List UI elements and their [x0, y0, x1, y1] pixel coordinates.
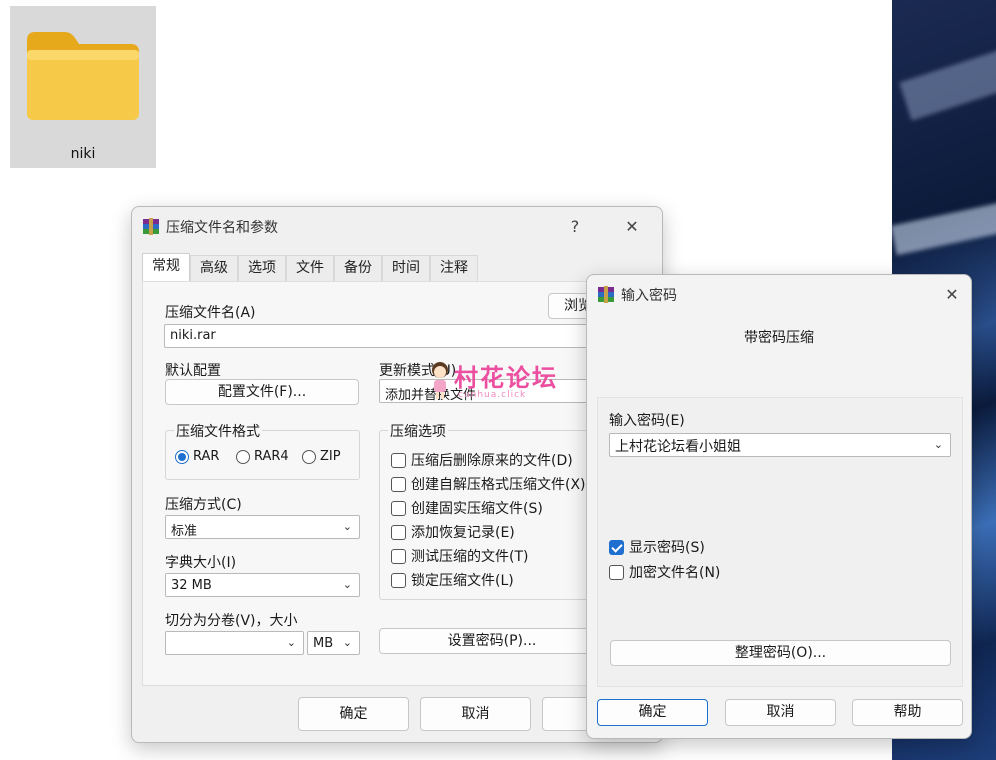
dict-size-select[interactable]: 32 MB ⌄: [165, 573, 360, 597]
split-volume-label: 切分为分卷(V)，大小: [165, 613, 298, 629]
archive-name-input[interactable]: niki.rar: [164, 324, 604, 348]
option-lock-archive[interactable]: 锁定压缩文件(L): [391, 570, 514, 590]
checkbox-indicator: [609, 564, 624, 580]
tab-files[interactable]: 文件: [286, 255, 334, 281]
watermark-text: 村花论坛: [454, 364, 558, 392]
checkbox-label: 创建自解压格式压缩文件(X): [411, 477, 586, 493]
radio-zip[interactable]: ZIP: [302, 449, 341, 464]
checkbox-label: 添加恢复记录(E): [411, 525, 515, 541]
option-test-files[interactable]: 测试压缩的文件(T): [391, 546, 528, 566]
tab-comment[interactable]: 注释: [430, 255, 478, 281]
profiles-button[interactable]: 配置文件(F)...: [165, 379, 359, 405]
method-select[interactable]: 标准 ⌄: [165, 515, 360, 539]
tab-advanced[interactable]: 高级: [190, 255, 238, 281]
checkbox-label: 加密文件名(N): [629, 565, 721, 581]
checkbox-indicator: [391, 452, 406, 468]
archive-name-label: 压缩文件名(A): [165, 305, 256, 321]
option-sfx[interactable]: 创建自解压格式压缩文件(X): [391, 474, 586, 494]
checkbox-indicator: [391, 548, 406, 564]
general-panel: 压缩文件名(A) 浏览 niki.rar 默认配置 配置文件(F)... 更新模…: [142, 281, 654, 686]
checkbox-label: 测试压缩的文件(T): [411, 549, 529, 565]
encrypt-filenames-checkbox[interactable]: 加密文件名(N): [609, 562, 720, 582]
archive-settings-dialog: 压缩文件名和参数 ? ✕ 常规 高级 选项 文件 备份 时间 注释 压缩文件名(…: [131, 206, 663, 743]
ok-button[interactable]: 确定: [298, 697, 409, 731]
checkbox-indicator: [391, 572, 406, 588]
method-label: 压缩方式(C): [165, 497, 242, 513]
watermark-subtext: cunhua.click: [458, 390, 527, 400]
chevron-down-icon: ⌄: [342, 578, 352, 591]
checkbox-indicator: [609, 539, 624, 555]
checkbox-indicator: [391, 524, 406, 540]
help-icon[interactable]: ?: [560, 213, 590, 239]
desktop-folder[interactable]: niki: [10, 6, 156, 168]
checkbox-label: 压缩后删除原来的文件(D): [411, 453, 573, 469]
set-password-button[interactable]: 设置密码(P)...: [379, 628, 605, 654]
close-icon[interactable]: ✕: [937, 281, 967, 307]
option-delete-after[interactable]: 压缩后删除原来的文件(D): [391, 450, 573, 470]
cancel-button[interactable]: 取消: [725, 699, 836, 726]
password-heading: 带密码压缩: [744, 330, 814, 346]
show-password-checkbox[interactable]: 显示密码(S): [609, 537, 705, 557]
radio-label: ZIP: [320, 449, 341, 464]
password-input[interactable]: 上村花论坛看小姐姐 ⌄: [609, 433, 951, 457]
dict-size-label: 字典大小(I): [165, 555, 237, 571]
format-group-title: 压缩文件格式: [174, 421, 262, 441]
winrar-icon: [598, 286, 614, 303]
password-dialog: 输入密码 ✕ 带密码压缩 输入密码(E) 上村花论坛看小姐姐 ⌄ 显示密码(S)…: [586, 274, 972, 739]
winrar-icon: [143, 218, 159, 235]
title-bar: 压缩文件名和参数 ? ✕: [132, 207, 662, 245]
checkbox-label: 锁定压缩文件(L): [411, 573, 514, 589]
radio-indicator: [175, 449, 189, 464]
dialog-title: 输入密码: [621, 288, 677, 304]
options-group-title: 压缩选项: [388, 421, 448, 441]
password-value: 上村花论坛看小姐姐: [615, 439, 741, 455]
dict-size-value: 32 MB: [171, 578, 212, 593]
radio-rar[interactable]: RAR: [175, 449, 219, 464]
password-panel: 输入密码(E) 上村花论坛看小姐姐 ⌄ 显示密码(S) 加密文件名(N) 整理密…: [597, 397, 963, 687]
folder-label: niki: [70, 146, 96, 162]
cartoon-girl-icon: [432, 362, 448, 399]
option-recovery-record[interactable]: 添加恢复记录(E): [391, 522, 515, 542]
split-unit-select[interactable]: MB ⌄: [307, 631, 360, 655]
option-solid[interactable]: 创建固实压缩文件(S): [391, 498, 543, 518]
radio-rar4[interactable]: RAR4: [236, 449, 289, 464]
default-profile-label: 默认配置: [165, 363, 221, 379]
tab-general[interactable]: 常规: [142, 253, 190, 281]
radio-indicator: [302, 449, 316, 464]
checkbox-indicator: [391, 476, 406, 492]
chevron-down-icon: ⌄: [933, 438, 943, 451]
checkbox-indicator: [391, 500, 406, 516]
chevron-down-icon: ⌄: [286, 636, 296, 649]
organize-passwords-button[interactable]: 整理密码(O)...: [610, 640, 951, 666]
options-group: 压缩选项 压缩后删除原来的文件(D) 创建自解压格式压缩文件(X) 创建固实压缩…: [379, 421, 605, 600]
checkbox-label: 显示密码(S): [629, 540, 705, 556]
split-unit-value: MB: [313, 636, 334, 651]
radio-label: RAR4: [254, 449, 289, 464]
tab-backup[interactable]: 备份: [334, 255, 382, 281]
chevron-down-icon: ⌄: [342, 636, 352, 649]
password-label: 输入密码(E): [609, 413, 685, 429]
cancel-button[interactable]: 取消: [420, 697, 531, 731]
folder-icon: [27, 32, 139, 120]
method-value: 标准: [171, 524, 198, 539]
chevron-down-icon: ⌄: [342, 520, 352, 533]
watermark: 村花论坛 cunhua.click: [428, 356, 588, 406]
ok-button[interactable]: 确定: [597, 699, 708, 726]
radio-indicator: [236, 449, 250, 464]
radio-label: RAR: [193, 449, 220, 464]
tab-options[interactable]: 选项: [238, 255, 286, 281]
help-button[interactable]: 帮助: [852, 699, 963, 726]
dialog-title: 压缩文件名和参数: [166, 220, 278, 236]
format-group: 压缩文件格式 RAR RAR4 ZIP: [165, 421, 360, 480]
tab-strip: 常规 高级 选项 文件 备份 时间 注释: [142, 253, 478, 281]
checkbox-label: 创建固实压缩文件(S): [411, 501, 543, 517]
close-icon[interactable]: ✕: [617, 213, 647, 239]
tab-time[interactable]: 时间: [382, 255, 430, 281]
title-bar: 输入密码 ✕: [587, 275, 971, 313]
split-size-input[interactable]: ⌄: [165, 631, 304, 655]
